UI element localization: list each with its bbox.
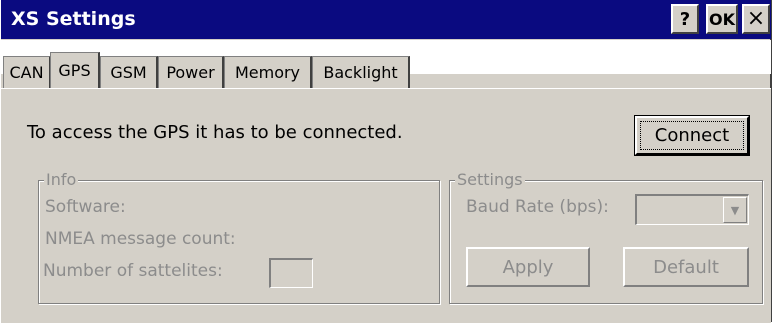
tab-memory[interactable]: Memory xyxy=(224,56,312,88)
close-button[interactable]: × xyxy=(742,4,770,34)
tab-power[interactable]: Power xyxy=(158,56,224,88)
tab-can[interactable]: CAN xyxy=(3,56,51,88)
ok-button[interactable]: OK xyxy=(706,4,738,34)
satellites-label: Number of sattelites: xyxy=(43,261,223,281)
gps-tab-panel: To access the GPS it has to be connected… xyxy=(1,88,771,323)
window-title: XS Settings xyxy=(11,8,136,30)
baud-rate-dropdown[interactable]: ▼ xyxy=(635,194,749,225)
close-icon: × xyxy=(746,6,766,31)
tab-strip: CAN GPS GSM Power Memory Backlight xyxy=(1,40,771,88)
settings-legend: Settings xyxy=(455,170,525,189)
help-button[interactable]: ? xyxy=(671,4,699,34)
chevron-down-icon[interactable]: ▼ xyxy=(723,197,747,223)
xs-settings-window: XS Settings ? OK × CAN GPS GSM Power Mem… xyxy=(0,0,772,323)
connection-message: To access the GPS it has to be connected… xyxy=(27,122,403,143)
tab-gps[interactable]: GPS xyxy=(50,52,100,88)
tab-gsm[interactable]: GSM xyxy=(100,56,158,88)
nmea-count-label: NMEA message count: xyxy=(45,229,236,249)
info-legend: Info xyxy=(44,170,79,189)
tab-backlight[interactable]: Backlight xyxy=(312,56,410,88)
apply-button[interactable]: Apply xyxy=(466,247,590,287)
default-button[interactable]: Default xyxy=(623,247,749,287)
baud-rate-label: Baud Rate (bps): xyxy=(466,197,609,217)
software-label: Software: xyxy=(45,197,126,217)
connect-button[interactable]: Connect xyxy=(634,115,750,156)
title-bar[interactable]: XS Settings ? OK × xyxy=(1,0,771,39)
focus-rectangle xyxy=(640,121,744,150)
satellites-field xyxy=(269,258,313,288)
